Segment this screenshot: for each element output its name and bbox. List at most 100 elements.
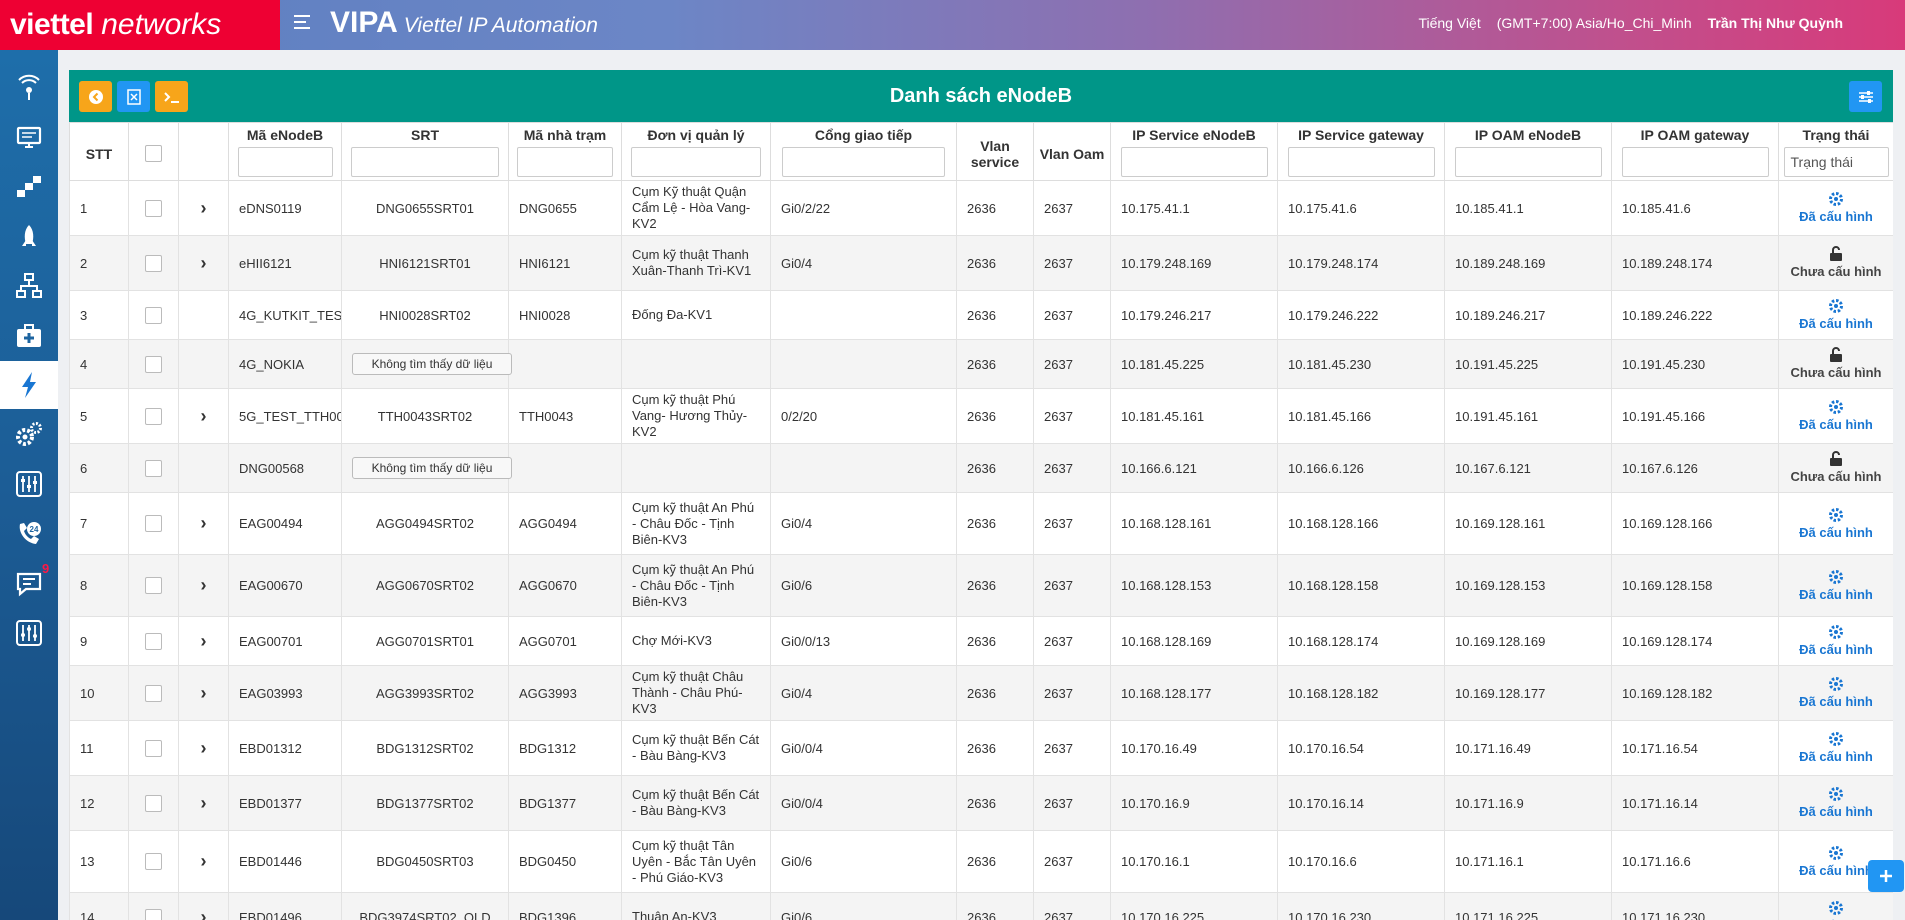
cell-ma-nha-tram: AGG0670	[508, 554, 622, 617]
filter-ma-nha-tram-input[interactable]	[517, 147, 613, 177]
gears-icon	[16, 421, 42, 446]
filter-srt-input[interactable]	[351, 147, 499, 177]
row-checkbox[interactable]	[145, 254, 162, 272]
lock-open-icon	[1830, 451, 1842, 466]
no-data-dropdown[interactable]: Không tìm thấy dữ liệu	[352, 457, 512, 479]
configured-status[interactable]: Đã cấu hình	[1789, 786, 1883, 820]
cell-don-vi	[621, 339, 771, 389]
table-row[interactable]: 8 › EAG00670 AGG0670SRT02 AGG0670 Cụm kỹ thuậ…	[69, 554, 1893, 617]
table-row[interactable]: 10 › EAG03993 AGG3993SRT02 AGG3993 Cụm kỹ thu…	[69, 665, 1893, 721]
cell-vlan-service: 2636	[956, 554, 1034, 617]
expand-row-icon[interactable]: ›	[189, 907, 218, 920]
row-checkbox[interactable]	[145, 407, 162, 425]
table-row[interactable]: 2 › eHII6121 HNI6121SRT01 HNI6121 Cụm kỹ thuậ…	[69, 235, 1893, 291]
row-checkbox[interactable]	[145, 306, 162, 324]
row-checkbox[interactable]	[145, 355, 162, 373]
expand-row-icon[interactable]: ›	[189, 406, 218, 427]
configured-status[interactable]: Đã cấu hình	[1789, 624, 1883, 658]
configured-status[interactable]: Đã cấu hình	[1789, 399, 1883, 433]
no-data-dropdown[interactable]: Không tìm thấy dữ liệu	[352, 353, 512, 375]
expand-row-icon[interactable]: ›	[189, 198, 218, 219]
configured-status[interactable]: Đã cấu hình	[1789, 731, 1883, 765]
table-row[interactable]: 13 › EBD01446 BDG0450SRT03 BDG0450 Cụm kỹ thu…	[69, 830, 1893, 893]
expand-row-icon[interactable]: ›	[189, 631, 218, 652]
row-checkbox[interactable]	[145, 739, 162, 757]
configured-status[interactable]: Đã cấu hình	[1789, 569, 1883, 603]
cell-cong	[770, 339, 957, 389]
table-row[interactable]: 5 › 5G_TEST_TTH0043TTH0043SRT02TTH0043Cụm …	[69, 388, 1893, 444]
not-configured-status[interactable]: Chưa cấu hình	[1789, 347, 1883, 381]
cell-stt: 6	[69, 443, 129, 493]
table-row[interactable]: 4 4G_NOKIA Không tìm thấy dữ liệu 2636 2637 1…	[69, 339, 1893, 389]
filter-don-vi-input[interactable]	[631, 147, 761, 177]
table-row[interactable]: 3 4G_KUTKIT_TEST HNI0028SRT02 HNI0028 Đống Đ…	[69, 290, 1893, 340]
expand-row-icon[interactable]: ›	[189, 575, 218, 596]
table-row[interactable]: 12 › EBD01377 BDG1377SRT02 BDG1377 Cụm kỹ thu…	[69, 775, 1893, 831]
cell-ip-oam-enodeb: 10.171.16.9	[1444, 775, 1612, 831]
sidebar-item-gears[interactable]	[0, 411, 58, 459]
sidebar-item-chat[interactable]: 9	[0, 559, 58, 607]
table-row[interactable]: 7 › EAG00494 AGG0494SRT02 AGG0494 Cụm kỹ thuậ…	[69, 492, 1893, 555]
header-ip-service-enodeb: IP Service eNodeB	[1110, 122, 1278, 181]
configured-status[interactable]: Đã cấu hình	[1789, 191, 1883, 225]
filter-ip-oam-gateway-input[interactable]	[1621, 147, 1769, 177]
configured-status[interactable]: Đã cấu hình	[1789, 298, 1883, 332]
row-checkbox[interactable]	[145, 632, 162, 650]
table-row[interactable]: 6 DNG00568 Không tìm thấy dữ liệu 2636 2637 1…	[69, 443, 1893, 493]
row-checkbox[interactable]	[145, 794, 162, 812]
not-configured-status[interactable]: Chưa cấu hình	[1789, 451, 1883, 485]
expand-row-icon[interactable]: ›	[189, 793, 218, 814]
filter-cong-input[interactable]	[782, 147, 945, 177]
user-menu[interactable]: Trần Thị Như Quỳnh	[1708, 15, 1843, 31]
expand-row-icon[interactable]: ›	[189, 513, 218, 534]
sidebar-item-lightning[interactable]	[0, 361, 58, 409]
row-checkbox[interactable]	[145, 459, 162, 477]
brand-logo[interactable]: viettel networks	[0, 0, 280, 50]
select-all-checkbox[interactable]	[145, 145, 162, 162]
filter-ip-oam-enodeb-input[interactable]	[1454, 147, 1602, 177]
table-row[interactable]: 1 › eDNS0119 DNG0655SRT01 DNG0655 Cụm Kỹ thuậ…	[69, 180, 1893, 236]
filter-trang-thai-select[interactable]: Trạng thái	[1783, 147, 1889, 177]
configured-status[interactable]: Đã cấu hình	[1789, 676, 1883, 710]
cell-ma-enodeb: eDNS0119	[228, 180, 342, 236]
cell-trang-thai: Đã cấu hình	[1778, 665, 1893, 721]
configured-status[interactable]: Đã cấu hình	[1789, 900, 1883, 920]
table-row[interactable]: 11 › EBD01312 BDG1312SRT02 BDG1312 Cụm kỹ thu…	[69, 720, 1893, 776]
export-excel-button[interactable]	[117, 81, 150, 112]
expand-row-icon[interactable]: ›	[189, 253, 218, 274]
expand-row-icon[interactable]: ›	[189, 738, 218, 759]
language-selector[interactable]: Tiếng Việt	[1418, 15, 1480, 31]
menu-toggle-icon[interactable]	[294, 15, 314, 35]
sliders-icon	[16, 471, 42, 497]
expand-row-icon[interactable]: ›	[189, 683, 218, 704]
row-checkbox[interactable]	[145, 684, 162, 702]
column-settings-button[interactable]	[1849, 81, 1882, 112]
configured-status[interactable]: Đã cấu hình	[1789, 507, 1883, 541]
sidebar-item-rocket[interactable]	[0, 213, 58, 261]
add-enodeb-button[interactable]	[1868, 860, 1904, 892]
terminal-button[interactable]	[155, 81, 188, 112]
sidebar-item-equalizer[interactable]	[0, 609, 58, 657]
filter-ip-service-gateway-input[interactable]	[1287, 147, 1435, 177]
expand-row-icon[interactable]: ›	[189, 851, 218, 872]
filter-ip-service-enodeb-input[interactable]	[1120, 147, 1268, 177]
sidebar-item-topology[interactable]	[0, 262, 58, 310]
timezone-selector[interactable]: (GMT+7:00) Asia/Ho_Chi_Minh	[1497, 15, 1692, 31]
sidebar-item-antenna[interactable]	[0, 64, 58, 112]
table-row[interactable]: 9 › EAG00701 AGG0701SRT01 AGG0701 Chợ Mới-KV3…	[69, 616, 1893, 666]
sidebar-item-monitor[interactable]	[0, 114, 58, 162]
row-checkbox[interactable]	[145, 577, 162, 594]
cell-cong	[770, 443, 957, 493]
back-button[interactable]	[79, 81, 112, 112]
row-checkbox[interactable]	[145, 515, 162, 532]
row-checkbox[interactable]	[145, 853, 162, 870]
sidebar-item-phone-24[interactable]: 24	[0, 510, 58, 558]
sidebar-item-medical-kit[interactable]	[0, 312, 58, 360]
row-checkbox[interactable]	[145, 199, 162, 217]
not-configured-status[interactable]: Chưa cấu hình	[1789, 246, 1883, 280]
sidebar-item-sliders[interactable]	[0, 460, 58, 508]
sidebar-item-network[interactable]	[0, 163, 58, 211]
table-row[interactable]: 14 › EBD01496 BDG3974SRT02_OLD BDG1396 Thuận …	[69, 892, 1893, 920]
row-checkbox[interactable]	[145, 908, 162, 920]
filter-ma-enodeb-input[interactable]	[237, 147, 333, 177]
